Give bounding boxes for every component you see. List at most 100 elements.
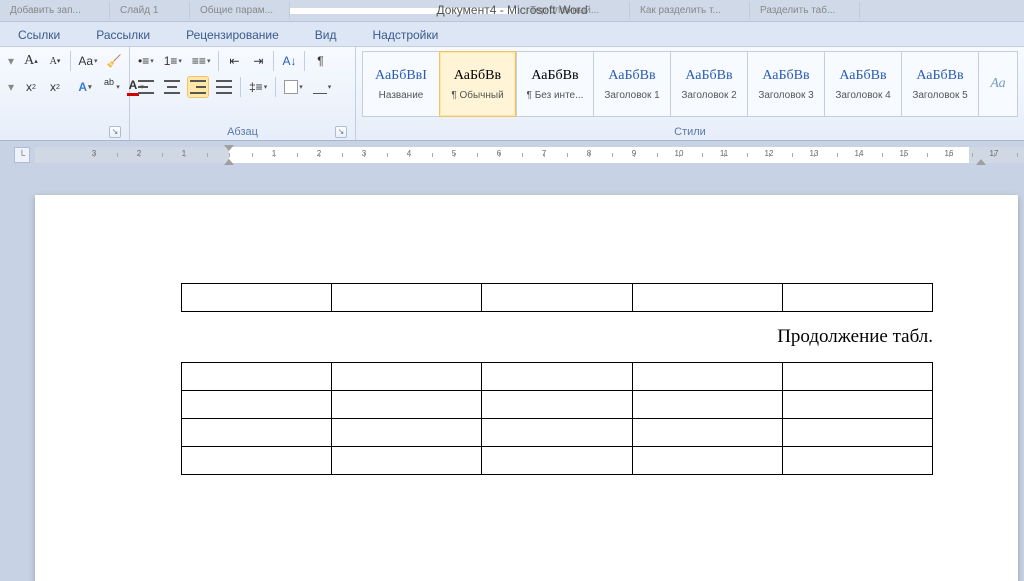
style-label: Заголовок 1: [604, 90, 659, 101]
table-cell[interactable]: [632, 419, 782, 447]
table-cell[interactable]: [182, 419, 332, 447]
style-item[interactable]: АаБбВв Заголовок 3: [747, 51, 824, 117]
text-effects-button[interactable]: A▾: [76, 77, 94, 97]
increase-indent-button[interactable]: ⇥: [249, 51, 267, 71]
align-justify-button[interactable]: [214, 77, 234, 97]
table-cell[interactable]: [782, 419, 932, 447]
browser-tab[interactable]: Добавить зап...: [0, 2, 110, 19]
document-area: Продолжение табл.: [0, 165, 1024, 581]
styles-gallery: АаБбВвІНазвание АаБбВв ¶ Обычный АаБбВв ¶ Бе…: [362, 51, 1018, 117]
browser-tab[interactable]: Общие парам...: [190, 2, 290, 19]
table-cell[interactable]: [632, 447, 782, 475]
decrease-indent-button[interactable]: ⇤: [225, 51, 243, 71]
page[interactable]: Продолжение табл.: [35, 195, 1018, 581]
browser-tab-bar: Добавить зап... Слайд 1 Общие парам... Т…: [0, 0, 1024, 22]
group-styles-title: Стили: [362, 126, 1018, 138]
paragraph-dialog-launcher[interactable]: ↘: [335, 126, 347, 138]
style-preview: АаБбВв: [916, 68, 963, 84]
borders-button[interactable]: ▾: [311, 77, 334, 97]
style-item[interactable]: АаБбВв ¶ Обычный: [439, 51, 516, 117]
table-cell[interactable]: [482, 419, 632, 447]
line-spacing-button[interactable]: ‡≡▾: [247, 77, 269, 97]
table-cell[interactable]: [182, 391, 332, 419]
style-preview: АаБбВв: [608, 68, 655, 84]
document-table-1[interactable]: [181, 283, 933, 312]
page-content: Продолжение табл.: [35, 195, 1018, 475]
table-cell[interactable]: [182, 363, 332, 391]
style-label: Заголовок 3: [758, 90, 813, 101]
font-dialog-launcher[interactable]: ↘: [109, 126, 121, 138]
style-preview: АаБбВв: [454, 68, 501, 84]
table-cell[interactable]: [782, 363, 932, 391]
numbering-button[interactable]: 1≡▾: [162, 51, 184, 71]
table-cell[interactable]: [632, 284, 782, 312]
ribbon: ▾ A▴ A▾ Aa▾ 🧹 ▾ x2 x2 A▾ ab▾ A▾ ↘: [0, 46, 1024, 141]
browser-tab[interactable]: Разделить таб...: [750, 2, 860, 19]
ruler-area: └ 3211234567891011121314151617: [0, 141, 1024, 165]
multilevel-list-button[interactable]: ≡≡▾: [190, 51, 213, 71]
table-cell[interactable]: [482, 284, 632, 312]
align-left-button[interactable]: [136, 77, 156, 97]
ribbon-tab-addins[interactable]: Надстройки: [355, 24, 457, 46]
style-item[interactable]: АаБбВв Заголовок 5: [901, 51, 978, 117]
grow-font-button[interactable]: A▴: [22, 51, 40, 71]
document-table-2[interactable]: [181, 362, 933, 475]
style-item[interactable]: Аа: [978, 51, 1018, 117]
continuation-caption[interactable]: Продолжение табл.: [181, 326, 933, 348]
table-cell[interactable]: [632, 363, 782, 391]
first-line-indent-marker[interactable]: [224, 145, 234, 151]
group-styles: АаБбВвІНазвание АаБбВв ¶ Обычный АаБбВв ¶ Бе…: [356, 47, 1024, 140]
clear-formatting-button[interactable]: 🧹: [105, 51, 123, 71]
table-cell[interactable]: [782, 447, 932, 475]
table-cell[interactable]: [482, 363, 632, 391]
shading-button[interactable]: ▾: [282, 77, 305, 97]
table-cell[interactable]: [632, 391, 782, 419]
table-cell[interactable]: [332, 419, 482, 447]
group-paragraph: •≡▾ 1≡▾ ≡≡▾ ⇤ ⇥ A↓ ¶ ‡≡▾ ▾ ▾: [130, 47, 356, 140]
style-item[interactable]: АаБбВв ¶ Без инте...: [516, 51, 593, 117]
table-cell[interactable]: [332, 391, 482, 419]
style-label: ¶ Обычный: [451, 90, 503, 101]
sort-button[interactable]: A↓: [280, 51, 298, 71]
align-right-button[interactable]: [188, 77, 208, 97]
show-paragraph-marks-button[interactable]: ¶: [311, 51, 329, 71]
table-cell[interactable]: [182, 447, 332, 475]
table-cell[interactable]: [332, 284, 482, 312]
style-label: ¶ Без инте...: [527, 90, 584, 101]
table-cell[interactable]: [332, 363, 482, 391]
ribbon-tab-review[interactable]: Рецензирование: [168, 24, 297, 46]
ribbon-tab-mailings[interactable]: Рассылки: [78, 24, 168, 46]
table-cell[interactable]: [782, 284, 932, 312]
style-preview: АаБбВв: [531, 68, 578, 84]
group-paragraph-title: Абзац ↘: [136, 126, 349, 138]
shrink-font-button[interactable]: A▾: [46, 51, 64, 71]
style-item[interactable]: АаБбВвІНазвание: [362, 51, 439, 117]
table-cell[interactable]: [182, 284, 332, 312]
window-title: Документ4 - Microsoft Word: [436, 3, 587, 17]
horizontal-ruler[interactable]: 3211234567891011121314151617: [35, 147, 1024, 163]
style-preview: Аа: [990, 76, 1005, 92]
table-cell[interactable]: [782, 391, 932, 419]
highlight-color-button[interactable]: ab▾: [100, 77, 118, 97]
table-cell[interactable]: [482, 447, 632, 475]
style-item[interactable]: АаБбВвЗаголовок 2: [670, 51, 747, 117]
style-label: Название: [379, 90, 424, 101]
ribbon-tab-links[interactable]: Ссылки: [0, 24, 78, 46]
browser-tab[interactable]: Слайд 1: [110, 2, 190, 19]
ribbon-tab-list: Ссылки Рассылки Рецензирование Вид Надст…: [0, 22, 1024, 46]
group-font: ▾ A▴ A▾ Aa▾ 🧹 ▾ x2 x2 A▾ ab▾ A▾ ↘: [0, 47, 130, 140]
bullets-button[interactable]: •≡▾: [136, 51, 156, 71]
align-center-button[interactable]: [162, 77, 182, 97]
table-cell[interactable]: [332, 447, 482, 475]
browser-tab[interactable]: Как разделить т...: [630, 2, 750, 19]
change-case-button[interactable]: Aa▾: [77, 51, 99, 71]
ribbon-tab-view[interactable]: Вид: [297, 24, 355, 46]
style-label: Заголовок 5: [912, 90, 967, 101]
superscript-button[interactable]: x2: [46, 77, 64, 97]
tab-selector-button[interactable]: └: [14, 147, 30, 163]
style-item[interactable]: АаБбВв Заголовок 1: [593, 51, 670, 117]
style-preview: АаБбВв: [762, 68, 809, 84]
table-cell[interactable]: [482, 391, 632, 419]
style-item[interactable]: АаБбВвЗаголовок 4: [824, 51, 901, 117]
subscript-button[interactable]: x2: [22, 77, 40, 97]
